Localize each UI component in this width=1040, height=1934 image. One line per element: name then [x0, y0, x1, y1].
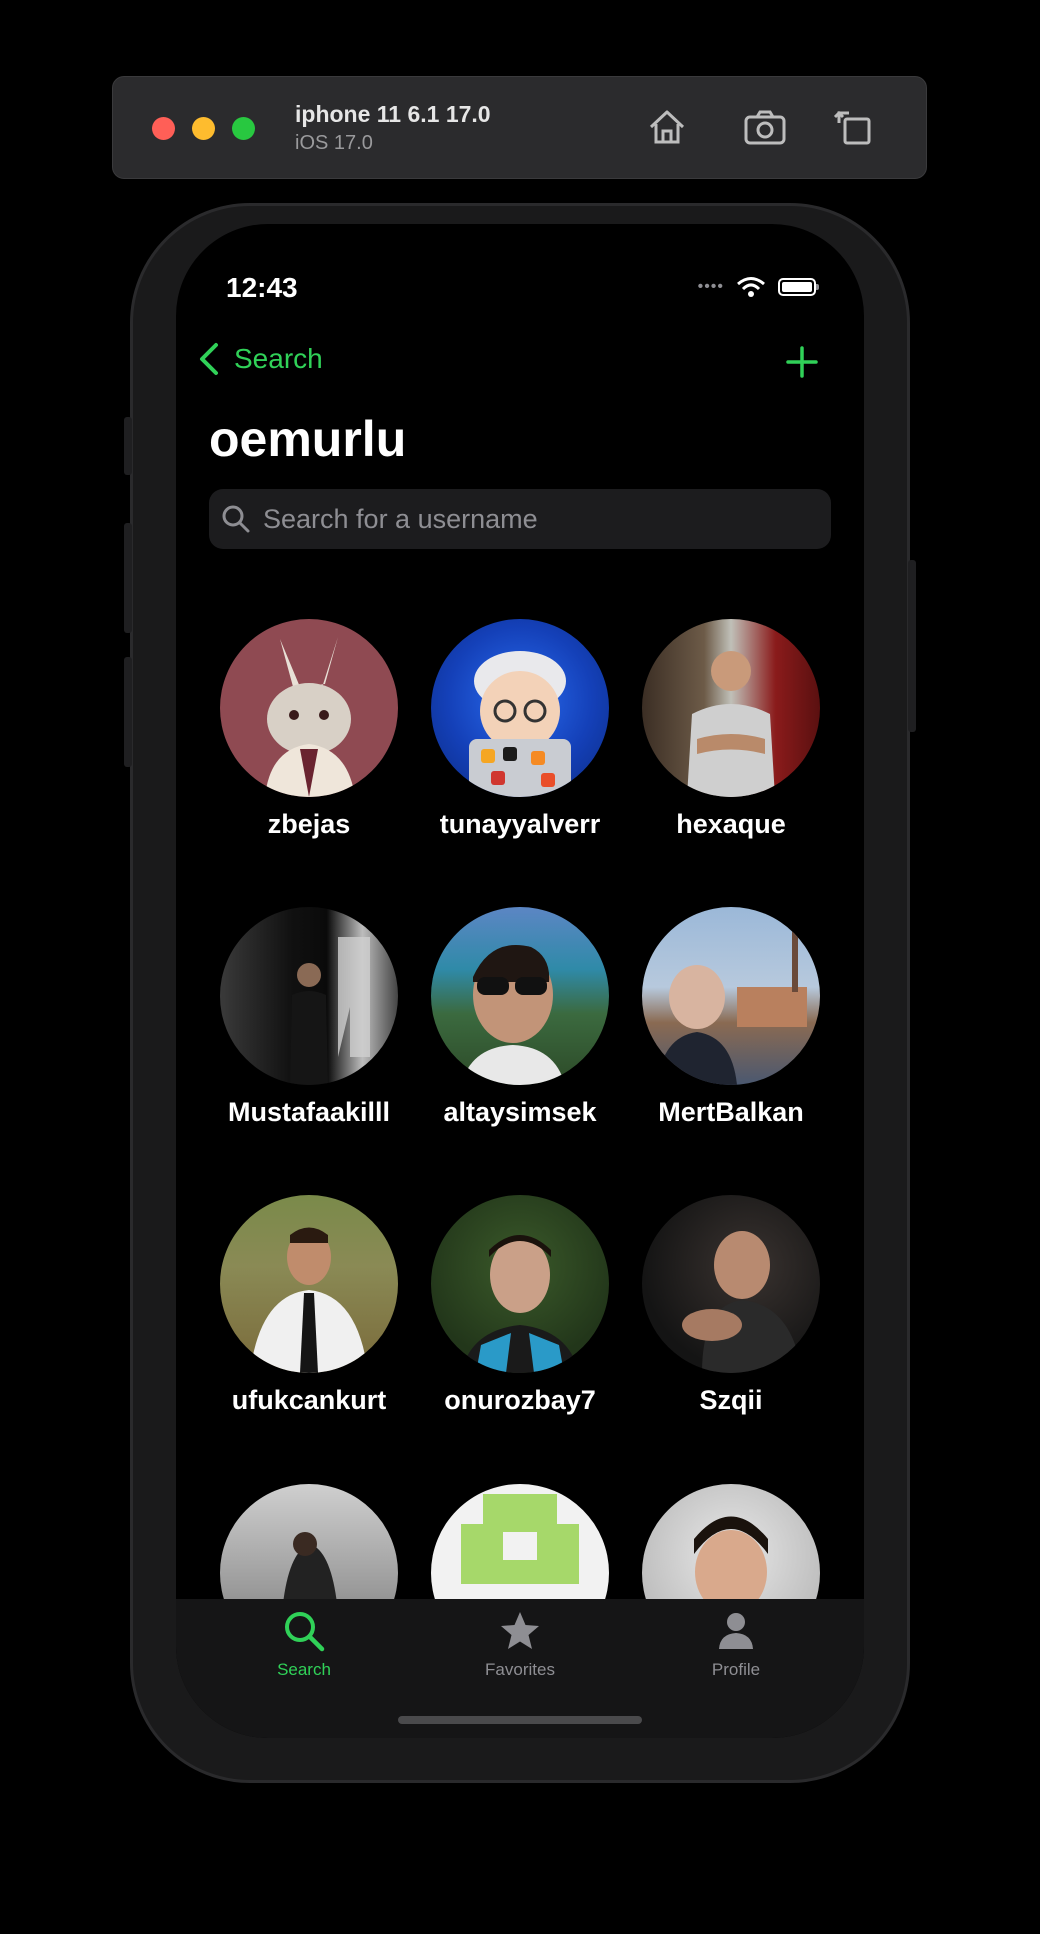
portrait-avatar-image	[283, 1532, 337, 1599]
mute-switch	[124, 417, 132, 475]
zoom-window-button[interactable]	[232, 117, 255, 140]
tab-search-label: Search	[277, 1660, 331, 1679]
volume-up-button	[124, 523, 132, 633]
simulator-toolbar: iphone 11 6.1 17.0 iOS 17.0	[112, 76, 927, 179]
add-button[interactable]	[784, 344, 820, 380]
search-input[interactable]	[261, 502, 805, 536]
username-label: Mustafaakilll	[227, 1097, 391, 1127]
tab-search[interactable]: Search	[234, 1609, 374, 1680]
user-card-mustafaakilll[interactable]: Mustafaakilll	[209, 907, 409, 1128]
tab-profile[interactable]: Profile	[666, 1609, 806, 1680]
screenshot-button[interactable]	[741, 103, 789, 151]
user-card-ufukcankurt[interactable]: ufukcankurt	[209, 1195, 409, 1416]
avatar	[431, 1195, 609, 1373]
tab-favorites[interactable]: Favorites	[450, 1609, 590, 1680]
user-card[interactable]	[631, 1484, 831, 1599]
portrait-avatar-image	[694, 1516, 768, 1599]
close-window-button[interactable]	[152, 117, 175, 140]
camera-icon	[744, 110, 786, 145]
avatar	[431, 1484, 609, 1599]
phone-screen: 12:43 •••• Search oemurlu Search for a u…	[176, 224, 864, 1738]
users-grid: zbejas tunayyalverr hexaque Mustafaakill…	[209, 619, 831, 1599]
avatar	[431, 907, 609, 1085]
user-card-hexaque[interactable]: hexaque	[631, 619, 831, 840]
search-icon	[222, 505, 250, 533]
rotate-icon	[833, 110, 871, 145]
portrait-avatar-image	[461, 1235, 579, 1373]
avatar	[220, 619, 398, 797]
back-button-label: Search	[234, 343, 323, 374]
search-bar[interactable]	[209, 489, 831, 549]
home-icon	[649, 110, 685, 144]
status-icons: ••••	[697, 276, 819, 298]
tab-favorites-label: Favorites	[485, 1660, 555, 1679]
rabbit-avatar-image	[265, 637, 355, 797]
username-label: tunayyalverr	[439, 809, 601, 839]
username-label: altaysimsek	[443, 1097, 597, 1127]
avatar	[220, 1195, 398, 1373]
back-button[interactable]: Search	[196, 342, 323, 376]
person-icon	[719, 1613, 753, 1649]
avatar	[642, 1484, 820, 1599]
user-card[interactable]	[420, 1484, 620, 1599]
portrait-avatar-image	[290, 937, 370, 1085]
star-icon	[501, 1612, 539, 1649]
user-card-szqii[interactable]: Szqii	[631, 1195, 831, 1416]
power-button	[908, 560, 916, 732]
status-time: 12:43	[226, 272, 298, 303]
username-label: hexaque	[676, 809, 786, 839]
plus-icon	[786, 346, 818, 378]
memoji-avatar-image	[469, 651, 571, 797]
home-button[interactable]	[643, 103, 691, 151]
username-label: ufukcankurt	[231, 1385, 387, 1415]
portrait-avatar-image	[682, 1231, 802, 1373]
user-card-onurozbay7[interactable]: onurozbay7	[420, 1195, 620, 1416]
rotate-button[interactable]	[831, 103, 879, 151]
avatar	[220, 907, 398, 1085]
username-label: zbejas	[267, 809, 351, 839]
tab-profile-label: Profile	[711, 1660, 761, 1679]
username-label: MertBalkan	[658, 1097, 804, 1127]
avatar	[431, 619, 609, 797]
wifi-icon	[737, 277, 765, 297]
pixel-avatar-image	[461, 1494, 579, 1584]
user-card-altaysimsek[interactable]: altaysimsek	[420, 907, 620, 1128]
minimize-window-button[interactable]	[192, 117, 215, 140]
home-indicator[interactable]	[398, 1716, 642, 1724]
portrait-avatar-image	[461, 945, 565, 1085]
search-icon	[285, 1612, 325, 1652]
avatar	[642, 1195, 820, 1373]
volume-down-button	[124, 657, 132, 767]
user-card-mertbalkan[interactable]: MertBalkan	[631, 907, 831, 1128]
portrait-avatar-image	[250, 1227, 368, 1373]
avatar	[220, 1484, 398, 1599]
simulator-device-name: iphone 11 6.1 17.0	[295, 101, 491, 127]
portrait-avatar-image	[687, 651, 775, 797]
user-card[interactable]	[209, 1484, 409, 1599]
simulator-os-version: iOS 17.0	[295, 132, 373, 154]
signal-icon: ••••	[697, 278, 724, 295]
chevron-left-icon	[200, 343, 218, 375]
battery-icon	[778, 278, 819, 296]
avatar	[642, 619, 820, 797]
page-title: oemurlu	[209, 411, 407, 467]
portrait-avatar-image	[657, 927, 807, 1085]
username-label: onurozbay7	[444, 1385, 596, 1415]
user-card-tunayyalverr[interactable]: tunayyalverr	[420, 619, 620, 840]
user-card-zbejas[interactable]: zbejas	[209, 619, 409, 840]
avatar	[642, 907, 820, 1085]
username-label: Szqii	[699, 1385, 763, 1415]
